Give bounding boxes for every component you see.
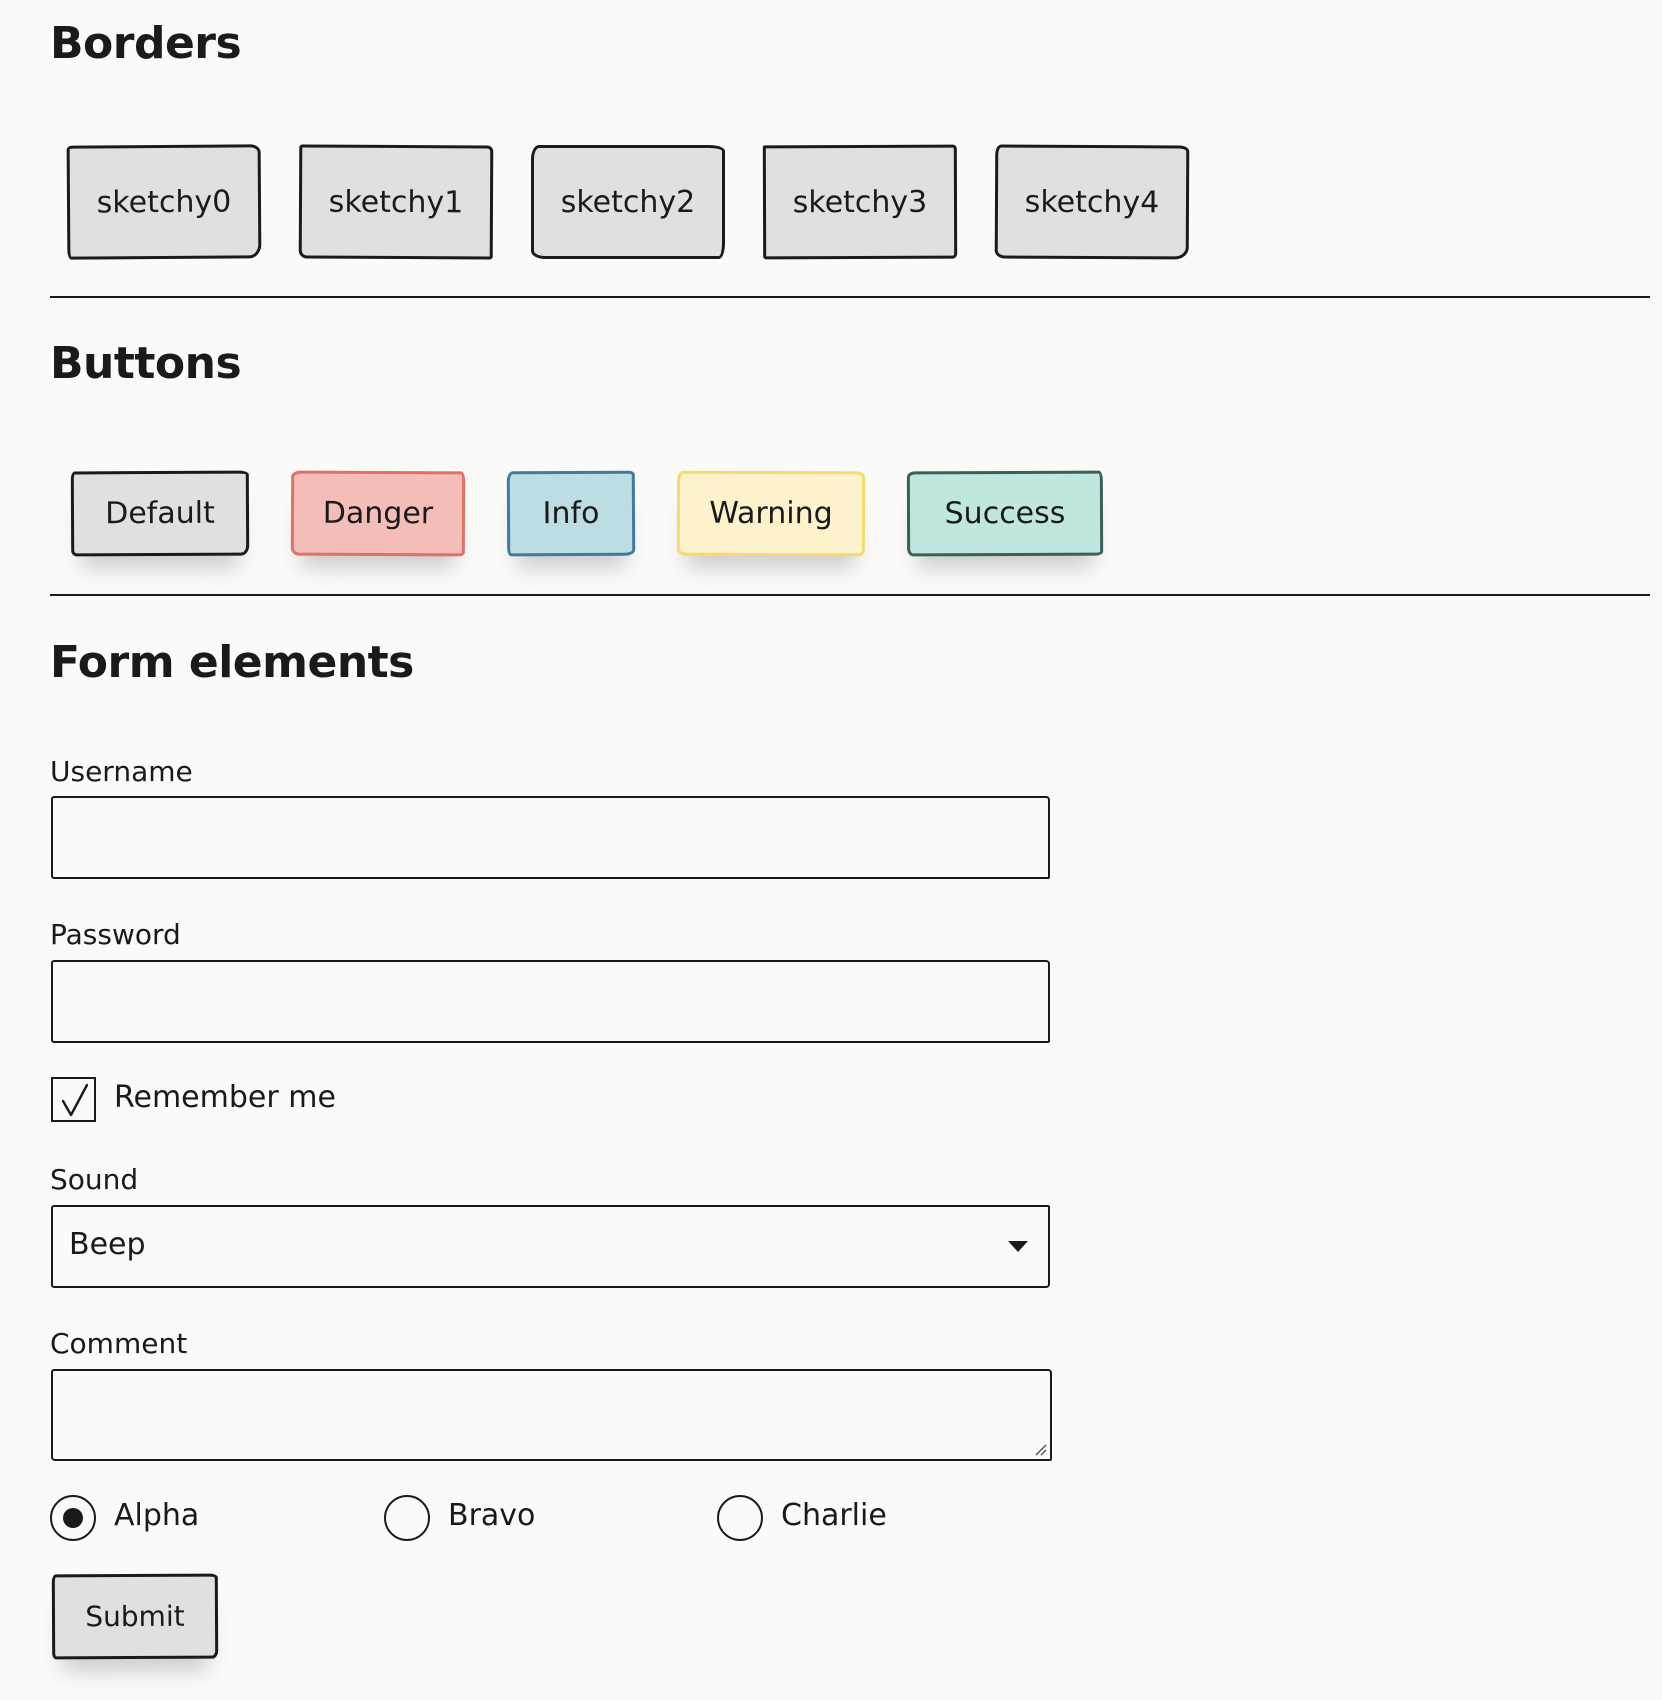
- sketchy-border-box-0: sketchy0: [66, 144, 262, 260]
- sketchy-border-box-1: sketchy1: [298, 144, 494, 260]
- button-label: Danger: [322, 495, 434, 532]
- radio-charlie[interactable]: [717, 1495, 763, 1541]
- sound-select[interactable]: Beep: [51, 1205, 1050, 1288]
- danger-button[interactable]: Danger: [290, 470, 466, 557]
- form-elements-heading: Form elements: [50, 637, 414, 688]
- success-button[interactable]: Success: [906, 470, 1104, 557]
- username-input[interactable]: [51, 796, 1050, 879]
- sketchy-box-label: sketchy3: [792, 184, 928, 220]
- radio-alpha-label: Alpha: [114, 1498, 200, 1533]
- radio-bravo[interactable]: [384, 1495, 430, 1541]
- sketchy-box-label: sketchy2: [560, 184, 696, 220]
- section-divider: [50, 296, 1650, 298]
- buttons-heading: Buttons: [50, 338, 242, 389]
- sketchy-border-box-2: sketchy2: [531, 145, 725, 259]
- section-divider: [50, 594, 1650, 596]
- comment-textarea[interactable]: [51, 1369, 1052, 1461]
- button-label: Success: [944, 495, 1066, 532]
- sound-label: Sound: [50, 1163, 139, 1196]
- remember-me-checkbox[interactable]: [51, 1077, 96, 1122]
- submit-label: Submit: [85, 1599, 185, 1634]
- checkmark-icon: [61, 1083, 89, 1117]
- password-input[interactable]: [51, 960, 1050, 1043]
- radio-selected-dot: [63, 1508, 83, 1528]
- comment-label: Comment: [50, 1327, 188, 1360]
- sound-select-value: Beep: [69, 1227, 146, 1262]
- resize-grip-icon[interactable]: [1032, 1441, 1048, 1457]
- button-label: Warning: [709, 495, 833, 532]
- sketchy-box-label: sketchy4: [1024, 184, 1160, 220]
- username-label: Username: [50, 755, 193, 788]
- button-label: Info: [542, 495, 600, 532]
- button-label: Default: [105, 495, 215, 532]
- password-label: Password: [50, 918, 181, 951]
- sketchy-border-box-4: sketchy4: [994, 144, 1190, 260]
- borders-heading: Borders: [50, 18, 242, 69]
- sketchy-border-box-3: sketchy3: [762, 144, 958, 260]
- warning-button[interactable]: Warning: [676, 470, 866, 557]
- sketchy-box-label: sketchy1: [328, 184, 464, 220]
- radio-charlie-label: Charlie: [781, 1498, 887, 1533]
- submit-button[interactable]: Submit: [51, 1573, 219, 1660]
- default-button[interactable]: Default: [70, 470, 250, 557]
- sketchy-box-label: sketchy0: [96, 184, 232, 220]
- radio-bravo-label: Bravo: [448, 1498, 536, 1533]
- info-button[interactable]: Info: [506, 470, 636, 557]
- radio-alpha[interactable]: [50, 1495, 96, 1541]
- remember-me-label: Remember me: [114, 1080, 336, 1115]
- chevron-down-icon: [1008, 1241, 1028, 1252]
